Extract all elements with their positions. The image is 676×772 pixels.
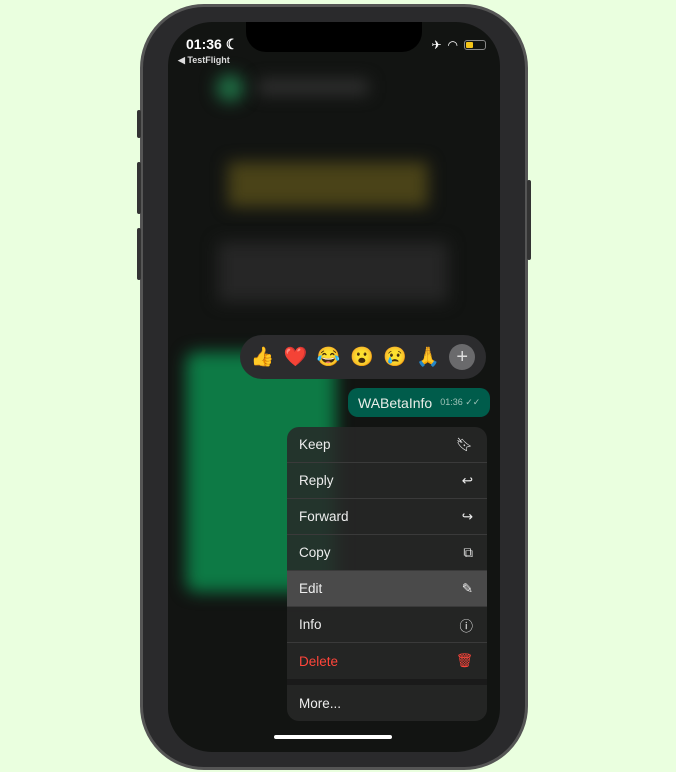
blurred-avatar [216,74,244,102]
reply-icon: ↩ [461,472,473,488]
blurred-header [258,80,368,94]
mute-switch [137,110,141,138]
volume-down-button [137,228,141,280]
menu-label: Delete [299,653,339,669]
menu-item-edit[interactable]: Edit ✎ [287,571,487,607]
airplane-icon: ✈ [431,38,442,52]
blurred-notice [228,162,428,207]
reaction-sad[interactable]: 😢 [383,345,407,369]
home-indicator[interactable] [274,735,392,739]
status-time: 01:36 ☾ [186,36,239,52]
message-time: 01:36 [440,397,463,407]
volume-up-button [137,162,141,214]
menu-label: Forward [299,509,349,524]
menu-item-forward[interactable]: Forward ↪ [287,499,487,535]
menu-label: Reply [299,473,334,488]
moon-icon: ☾ [225,36,239,52]
reaction-surprised[interactable]: 😮 [350,345,374,369]
wifi-icon: ◠ [447,38,458,52]
info-icon: ⓘ [459,618,474,634]
copy-icon: ⧉ [463,544,473,560]
screen: 01:36 ☾ ◀ TestFlight ✈ ◠ 👍 ❤️ 😂 😮 😢 🙏 + … [168,22,500,752]
menu-label: Keep [299,437,331,452]
message-text: WABetaInfo [358,394,433,411]
notch [246,22,422,52]
side-button [527,180,531,260]
menu-label: More... [299,695,342,711]
menu-label: Edit [299,581,323,596]
blurred-card [218,242,448,302]
reaction-pray[interactable]: 🙏 [416,345,440,369]
bookmark-icon: 🔖︎ [455,436,473,452]
menu-label: Info [299,617,322,632]
forward-icon: ↪ [461,508,473,524]
reaction-thumbs-up[interactable]: 👍 [251,345,275,369]
menu-item-keep[interactable]: Keep 🔖︎ [287,427,487,463]
menu-item-more[interactable]: More... [287,685,487,721]
menu-item-info[interactable]: Info ⓘ [287,607,487,643]
message-bubble[interactable]: WABetaInfo 01:36 ✓✓ [348,388,491,417]
menu-label: Copy [299,545,331,560]
back-to-testflight[interactable]: ◀ TestFlight [178,55,230,66]
reaction-bar: 👍 ❤️ 😂 😮 😢 🙏 + [240,335,486,379]
pencil-icon: ✎ [461,580,473,596]
reaction-laugh[interactable]: 😂 [317,345,341,369]
menu-item-reply[interactable]: Reply ↩ [287,463,487,499]
read-ticks-icon: ✓✓ [465,397,481,407]
battery-icon [464,40,486,50]
trash-icon: 🗑︎ [455,653,473,668]
reaction-heart[interactable]: ❤️ [284,345,308,369]
add-reaction-button[interactable]: + [449,344,476,370]
menu-item-copy[interactable]: Copy ⧉ [287,535,487,571]
menu-item-delete[interactable]: Delete 🗑︎ [287,643,487,679]
context-menu: Keep 🔖︎ Reply ↩ Forward ↪ Copy ⧉ Edit ✎ Info ⓘ… [287,427,487,721]
